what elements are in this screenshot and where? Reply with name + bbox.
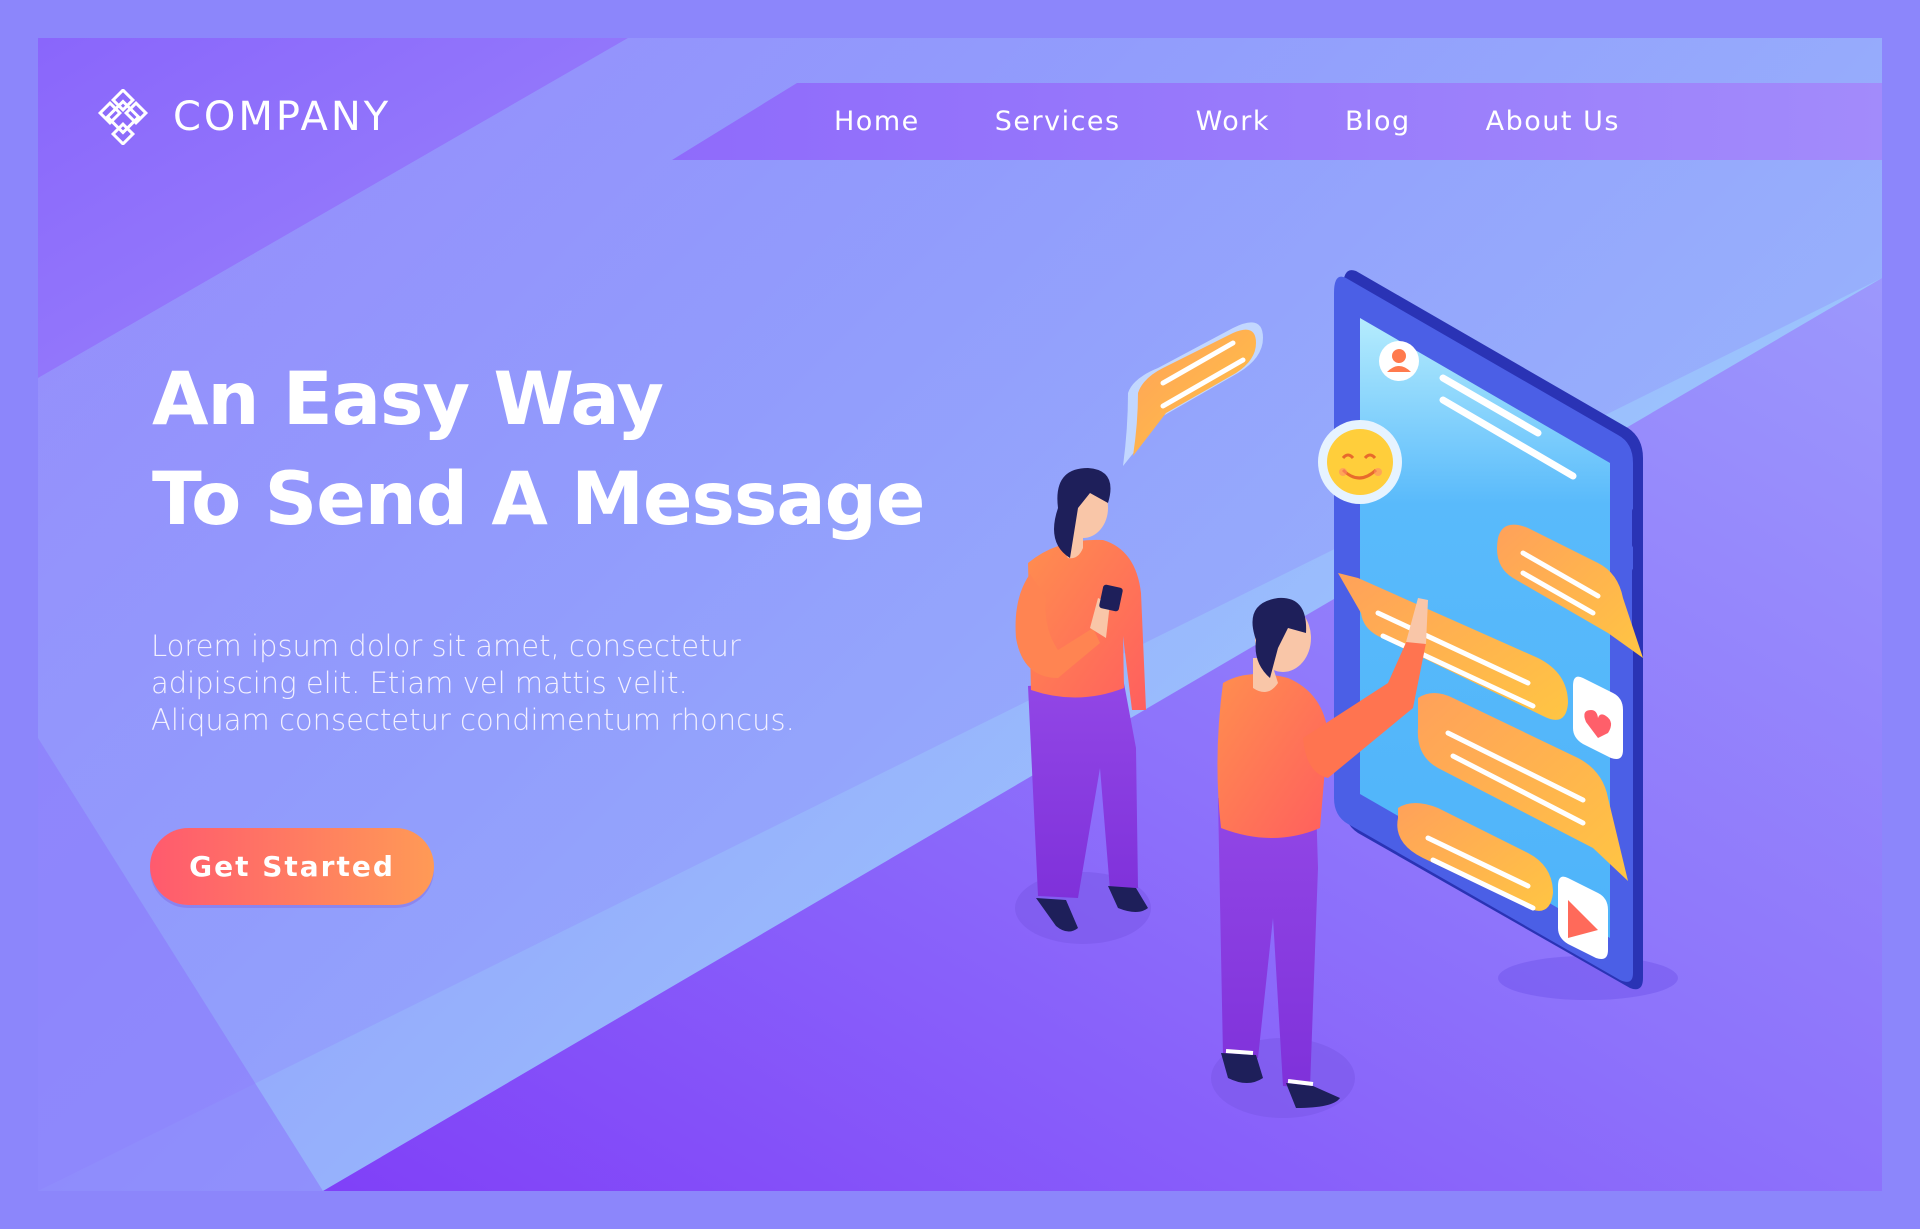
user-avatar-icon (1379, 341, 1419, 381)
chat-bubble (1123, 322, 1263, 466)
smiley-emoji-icon (1318, 420, 1402, 504)
man-figure (1211, 597, 1428, 1118)
woman-figure (1015, 468, 1151, 944)
messaging-illustration (1015, 270, 1678, 1118)
landing-page: COMPANY Home Services Work Blog About Us… (38, 38, 1882, 1191)
